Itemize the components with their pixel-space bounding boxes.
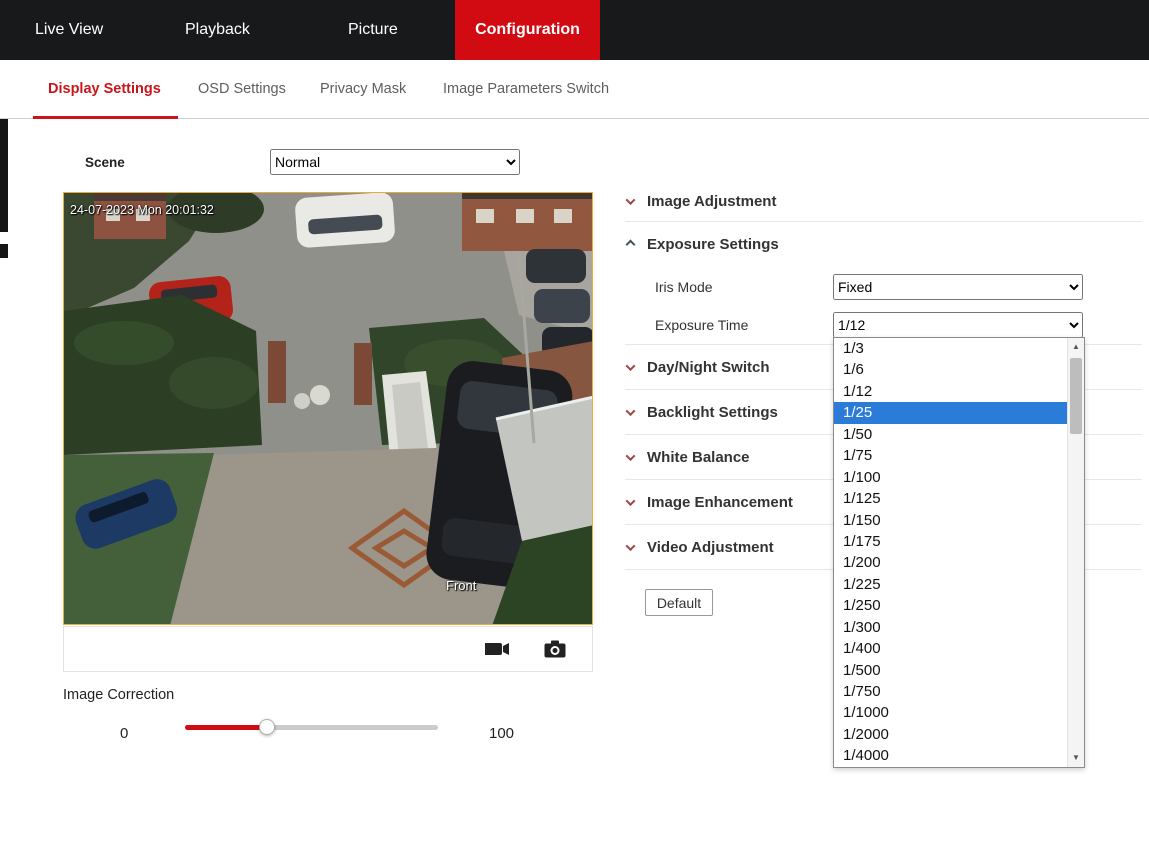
active-tab-underline (33, 116, 178, 119)
image-correction-slider-handle[interactable] (259, 719, 275, 735)
tab-image-parameters-switch[interactable]: Image Parameters Switch (443, 60, 609, 118)
slider-max-value: 100 (489, 725, 514, 742)
section-label: Image Enhancement (647, 494, 793, 511)
iris-mode-row: Iris Mode Fixed (625, 272, 1142, 302)
chevron-down-icon (626, 361, 636, 371)
image-correction-slider-fill (185, 725, 265, 730)
exposure-time-option[interactable]: 1/125 (834, 488, 1067, 509)
section-label: Day/Night Switch (647, 359, 770, 376)
exposure-time-option[interactable]: 1/500 (834, 660, 1067, 681)
section-label: Image Adjustment (647, 193, 776, 210)
camera-snapshot-icon[interactable] (544, 640, 566, 658)
exposure-time-option[interactable]: 1/200 (834, 552, 1067, 573)
exposure-time-option[interactable]: 1/150 (834, 510, 1067, 531)
exposure-time-option[interactable]: 1/3 (834, 338, 1067, 359)
exposure-time-option[interactable]: 1/250 (834, 595, 1067, 616)
scene-select[interactable]: Normal (270, 149, 520, 175)
left-edge-artifact (0, 244, 8, 258)
chevron-down-icon (626, 451, 636, 461)
scroll-down-icon[interactable]: ▼ (1068, 750, 1084, 766)
exposure-time-option[interactable]: 1/1000 (834, 702, 1067, 723)
exposure-time-row: Exposure Time 1/12 (625, 310, 1142, 340)
exposure-time-dropdown: 1/3 1/6 1/12 1/25 1/50 1/75 1/100 1/125 … (833, 337, 1085, 768)
section-label: White Balance (647, 449, 750, 466)
tab-display-settings[interactable]: Display Settings (48, 60, 161, 118)
exposure-time-label: Exposure Time (655, 317, 748, 333)
default-button[interactable]: Default (645, 589, 713, 616)
iris-mode-select[interactable]: Fixed (833, 274, 1083, 300)
chevron-down-icon (626, 496, 636, 506)
iris-mode-label: Iris Mode (655, 279, 713, 295)
scrollbar-thumb[interactable] (1070, 358, 1082, 434)
exposure-time-option[interactable]: 1/400 (834, 638, 1067, 659)
exposure-time-option[interactable]: 1/12 (834, 381, 1067, 402)
exposure-time-option[interactable]: 1/100 (834, 467, 1067, 488)
street-scene (64, 193, 593, 625)
exposure-time-option[interactable]: 1/2000 (834, 724, 1067, 745)
exposure-time-option-list: 1/3 1/6 1/12 1/25 1/50 1/75 1/100 1/125 … (834, 338, 1067, 767)
chevron-down-icon (626, 195, 636, 205)
section-label: Video Adjustment (647, 539, 774, 556)
exposure-time-option[interactable]: 1/225 (834, 574, 1067, 595)
section-label: Backlight Settings (647, 404, 778, 421)
tab-privacy-mask[interactable]: Privacy Mask (320, 60, 406, 118)
exposure-time-option[interactable]: 1/4000 (834, 745, 1067, 766)
camera-config-page: Live View Playback Picture Configuration… (0, 0, 1149, 843)
tab-osd-settings[interactable]: OSD Settings (198, 60, 286, 118)
section-image-adjustment[interactable]: Image Adjustment (625, 182, 1142, 222)
nav-playback[interactable]: Playback (185, 0, 250, 60)
scroll-up-icon[interactable]: ▲ (1068, 339, 1084, 355)
exposure-time-option[interactable]: 1/175 (834, 531, 1067, 552)
exposure-time-option[interactable]: 1/6 (834, 359, 1067, 380)
osd-timestamp: 24-07-2023 Mon 20:01:32 (70, 203, 214, 217)
exposure-time-select[interactable]: 1/12 (833, 312, 1083, 338)
osd-camera-name: Front (446, 578, 476, 593)
camera-preview: 24-07-2023 Mon 20:01:32 Front (63, 192, 593, 625)
settings-panel: Image Adjustment Exposure Settings Iris … (625, 0, 1142, 843)
nav-picture[interactable]: Picture (348, 0, 398, 60)
chevron-down-icon (626, 541, 636, 551)
section-exposure-settings-header[interactable]: Exposure Settings (625, 226, 1142, 262)
exposure-time-option[interactable]: 1/50 (834, 424, 1067, 445)
preview-toolbar (63, 626, 593, 672)
section-exposure-settings: Exposure Settings Iris Mode Fixed Exposu… (625, 226, 1142, 345)
chevron-down-icon (626, 406, 636, 416)
scene-label: Scene (85, 155, 125, 170)
chevron-up-icon (626, 239, 636, 249)
exposure-time-option-highlighted[interactable]: 1/25 (834, 402, 1067, 423)
section-label: Exposure Settings (647, 236, 779, 253)
exposure-time-option[interactable]: 1/750 (834, 681, 1067, 702)
image-correction-label: Image Correction (63, 687, 174, 703)
exposure-time-option[interactable]: 1/75 (834, 445, 1067, 466)
nav-live-view[interactable]: Live View (35, 0, 103, 60)
dropdown-scrollbar[interactable]: ▲ ▼ (1067, 338, 1084, 767)
exposure-time-option[interactable]: 1/300 (834, 617, 1067, 638)
slider-min-value: 0 (120, 725, 128, 742)
camcorder-icon[interactable] (484, 640, 510, 658)
nav-configuration[interactable]: Configuration (455, 0, 600, 60)
